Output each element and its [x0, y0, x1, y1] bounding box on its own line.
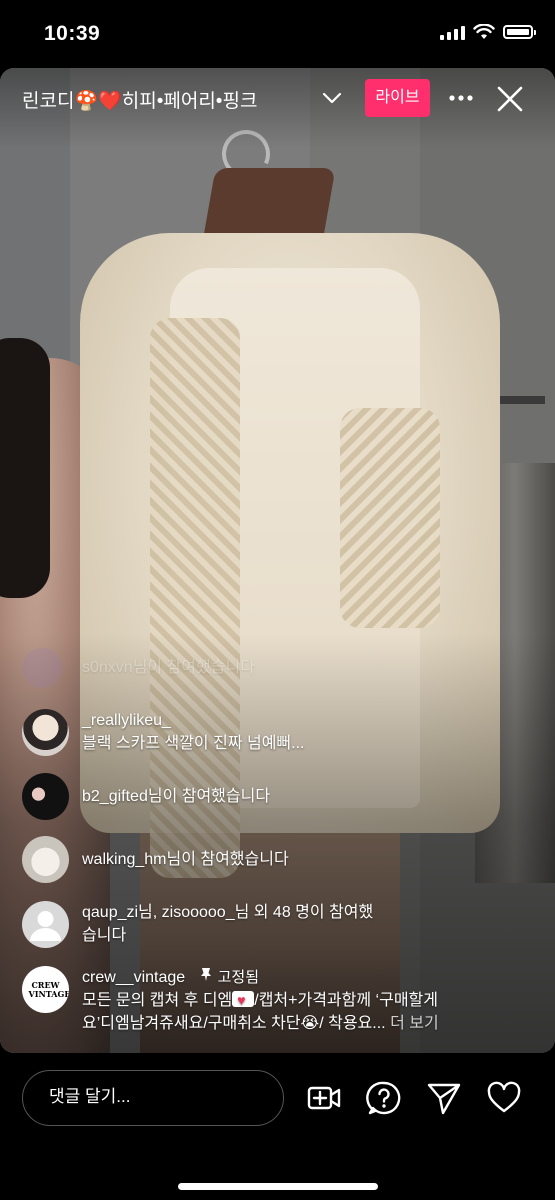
- comment-input[interactable]: [47, 1086, 271, 1108]
- comment-username[interactable]: crew__vintage: [82, 969, 185, 986]
- comment-username[interactable]: b2_gifted: [82, 788, 148, 805]
- comment-text: walking_hm님이 참여했습니다: [82, 848, 522, 871]
- avatar[interactable]: [22, 836, 69, 883]
- comment-text: _reallylikeu_ 블랙 스카프 색깔이 진짜 넘예뻐...: [82, 709, 522, 755]
- battery-icon: [503, 25, 536, 39]
- default-avatar-icon[interactable]: [22, 901, 69, 948]
- host-hair: [0, 338, 50, 598]
- avatar: [22, 648, 62, 688]
- wifi-icon: [473, 24, 495, 39]
- comment-username[interactable]: _reallylikeu_: [82, 709, 522, 732]
- status-bar: 10:39: [0, 0, 555, 68]
- avatar[interactable]: [22, 709, 69, 756]
- comment-username: s0nxvn: [82, 659, 133, 676]
- close-icon[interactable]: [495, 84, 525, 114]
- comment-text: crew__vintage 고정됨 모든 문의 캡쳐 후 디엠/캡처+가격과함께…: [82, 966, 522, 1035]
- more-icon[interactable]: [448, 86, 474, 110]
- comment-item: _reallylikeu_ 블랙 스카프 색깔이 진짜 넘예뻐...: [22, 709, 542, 759]
- pinned-label: 고정됨: [217, 969, 260, 986]
- comment-text: s0nxvn님이 참여했습니다: [82, 656, 522, 679]
- comment-text: qaup_zi님, zisooooo_님 외 48 명이 참여했습니다: [82, 901, 382, 947]
- comment-input-container[interactable]: [22, 1070, 284, 1126]
- comment-item: walking_hm님이 참여했습니다: [22, 836, 542, 886]
- lace-trim: [340, 408, 440, 628]
- avatar[interactable]: [22, 773, 69, 820]
- comment-item: b2_gifted님이 참여했습니다: [22, 773, 542, 823]
- comment-item: qaup_zi님, zisooooo_님 외 48 명이 참여했습니다: [22, 901, 542, 951]
- add-video-icon[interactable]: [306, 1080, 342, 1116]
- comment-username[interactable]: qaup_zi: [82, 904, 138, 921]
- comment-body: 님이 참여했습니다: [166, 851, 289, 868]
- cellular-signal-icon: [440, 24, 465, 40]
- avatar-logo-text: CREW VINTAGE: [28, 979, 70, 999]
- comment-item: s0nxvn님이 참여했습니다: [22, 648, 542, 688]
- live-title[interactable]: 린코디🍄❤️히피•페어리•핑크: [22, 86, 317, 113]
- pinned-comment: CREW VINTAGE crew__vintage 고정됨 모든 문의 캡쳐 …: [22, 966, 542, 1036]
- comment-username[interactable]: walking_hm: [82, 851, 166, 868]
- comment-body: 님이 참여했습니다: [132, 659, 255, 676]
- chevron-down-icon[interactable]: [320, 86, 344, 110]
- send-icon[interactable]: [426, 1080, 462, 1116]
- see-more-link[interactable]: 더 보기: [390, 1015, 439, 1032]
- home-indicator[interactable]: [178, 1183, 378, 1190]
- live-badge[interactable]: 라이브: [365, 79, 430, 117]
- love-letter-icon: [232, 989, 255, 1012]
- pin-icon: [200, 968, 211, 981]
- comment-body: /캡처+가격과함께 ‘구매할게: [254, 992, 438, 1009]
- status-icons: [440, 24, 536, 40]
- comment-body: 블랙 스카프 색깔이 진짜 넘예뻐...: [82, 735, 305, 752]
- comment-body: 요’디엠남겨쥬새요/구매취소 차단😭/ 착용요...: [82, 1015, 386, 1032]
- comment-body: 님이 참여했습니다: [147, 788, 271, 805]
- status-time: 10:39: [44, 22, 101, 45]
- avatar[interactable]: CREW VINTAGE: [22, 966, 69, 1013]
- comment-body: 모든 문의 캡쳐 후 디엠: [82, 992, 233, 1009]
- comment-text: b2_gifted님이 참여했습니다: [82, 785, 522, 808]
- heart-icon[interactable]: [486, 1080, 522, 1116]
- question-icon[interactable]: [366, 1080, 402, 1116]
